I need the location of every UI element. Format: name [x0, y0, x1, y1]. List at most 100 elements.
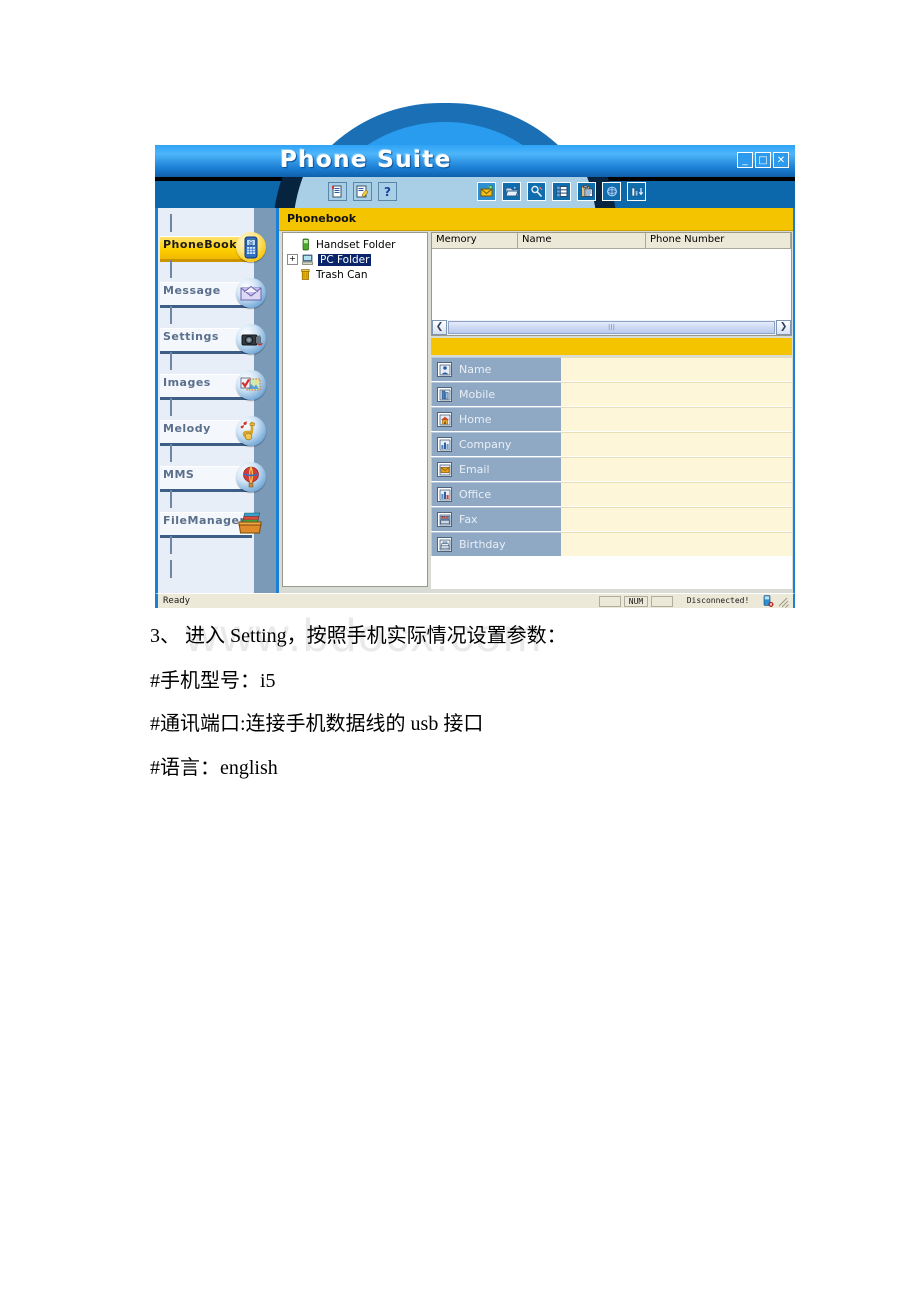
- sidebar-item-message[interactable]: Message: [158, 278, 276, 308]
- field-label-name: Name: [431, 357, 561, 381]
- column-header-memory[interactable]: Memory: [432, 233, 518, 248]
- tree-expander[interactable]: +: [287, 254, 298, 265]
- field-value-mobile[interactable]: [561, 382, 792, 406]
- svg-text:FAX: FAX: [441, 516, 448, 520]
- client-area: PhoneBook @ Message Settings Images Melo…: [155, 208, 795, 593]
- svg-text:@: @: [249, 241, 254, 247]
- house-icon: [437, 412, 452, 427]
- tree-item-label: Handset Folder: [316, 238, 396, 251]
- email-icon: [437, 462, 452, 477]
- listview-header: Memory Name Phone Number: [432, 233, 791, 249]
- sidebar-separator: [170, 352, 172, 370]
- field-value-fax[interactable]: [561, 507, 792, 531]
- tree-expander[interactable]: [287, 240, 296, 249]
- sidebar-item-images[interactable]: Images: [158, 370, 276, 400]
- folder-tree[interactable]: Handset Folder + PC Folder Trash Can: [282, 232, 428, 587]
- sidebar-item-mms[interactable]: MMS: [158, 462, 276, 492]
- document-line-1: 3、 进入 Setting，按照手机实际情况设置参数：: [150, 625, 567, 647]
- sidebar-item-phonebook[interactable]: PhoneBook @: [158, 232, 276, 262]
- listview-horizontal-scrollbar[interactable]: ❮ III ❯: [432, 320, 791, 335]
- field-label-text: Email: [459, 463, 490, 476]
- person-icon: [437, 362, 452, 377]
- tree-item-label: PC Folder: [316, 252, 373, 267]
- field-label-text: Mobile: [459, 388, 496, 401]
- scroll-right-arrow[interactable]: ❯: [776, 320, 791, 335]
- contact-detail-form: Name Mobile Home Company Email Office FA…: [431, 357, 792, 589]
- field-value-office[interactable]: [561, 482, 792, 506]
- field-value-name[interactable]: [561, 357, 792, 381]
- status-cell-num: NUM: [624, 595, 648, 607]
- tree-item-trash-can[interactable]: Trash Can: [283, 267, 427, 282]
- column-header-phone-number[interactable]: Phone Number: [646, 233, 791, 248]
- field-label-mobile: Mobile: [431, 382, 561, 406]
- field-label-birthday: Birthday: [431, 532, 561, 556]
- open-folder-icon[interactable]: [502, 182, 521, 201]
- field-row-company: Company: [431, 432, 792, 456]
- field-row-email: Email: [431, 457, 792, 481]
- sidebar-item-label: Melody: [163, 422, 211, 435]
- field-row-birthday: Birthday: [431, 532, 792, 556]
- sidebar-item-label: Images: [163, 376, 211, 389]
- close-button[interactable]: ✕: [773, 152, 789, 168]
- refresh-globe-icon[interactable]: [602, 182, 621, 201]
- sidebar-item-filemanager[interactable]: FileManager: [158, 512, 276, 538]
- edit-document-icon[interactable]: [353, 182, 372, 201]
- sidebar-separator: [170, 214, 172, 232]
- field-label-text: Home: [459, 413, 492, 426]
- file-box-icon: [236, 508, 266, 538]
- camera-icon: [236, 324, 266, 354]
- search-icon[interactable]: [527, 182, 546, 201]
- listview-body[interactable]: [432, 249, 791, 319]
- sidebar-separator: [170, 560, 172, 578]
- field-label-text: Birthday: [459, 538, 506, 551]
- sort-icon[interactable]: [627, 182, 646, 201]
- sidebar-item-label: MMS: [163, 468, 195, 481]
- window-controls: _ □ ✕: [737, 152, 789, 168]
- status-message: Ready: [163, 596, 191, 606]
- scroll-left-arrow[interactable]: ❮: [432, 320, 447, 335]
- statusbar: Ready NUM Disconnected!: [155, 593, 795, 608]
- scroll-thumb[interactable]: III: [448, 321, 775, 334]
- new-document-icon[interactable]: [328, 182, 347, 201]
- paste-clipboard-icon[interactable]: [577, 182, 596, 201]
- maximize-button[interactable]: □: [755, 152, 771, 168]
- minimize-button[interactable]: _: [737, 152, 753, 168]
- sidebar-item-label: PhoneBook: [163, 238, 238, 251]
- table-view-icon[interactable]: [552, 182, 571, 201]
- field-label-office: Office: [431, 482, 561, 506]
- envelope-icon: [236, 278, 266, 308]
- window-titlebar[interactable]: Phone Suite _ □ ✕: [155, 145, 795, 177]
- field-label-text: Office: [459, 488, 492, 501]
- field-row-office: Office: [431, 482, 792, 506]
- saxophone-icon: [236, 416, 266, 446]
- tree-item-pc-folder[interactable]: + PC Folder: [283, 252, 427, 267]
- field-value-company[interactable]: [561, 432, 792, 456]
- field-value-birthday[interactable]: [561, 532, 792, 556]
- new-contact-icon[interactable]: [477, 182, 496, 201]
- trash-icon: [299, 268, 312, 281]
- sidebar-separator: [170, 490, 172, 508]
- contacts-listview[interactable]: Memory Name Phone Number ❮ III ❯: [431, 232, 792, 336]
- panel-header: Phonebook: [279, 208, 793, 231]
- fax-icon: FAX: [437, 512, 452, 527]
- status-cell-3: [651, 595, 673, 607]
- mobile-phone-icon: @: [236, 232, 266, 262]
- help-icon[interactable]: ?: [378, 182, 397, 201]
- document-line-3: #通讯端口:连接手机数据线的 usb 接口: [150, 713, 484, 735]
- tree-item-label: Trash Can: [316, 268, 368, 281]
- field-row-name: Name: [431, 357, 792, 381]
- status-cell-1: [599, 595, 621, 607]
- sidebar-separator: [170, 260, 172, 278]
- tree-expander[interactable]: [287, 270, 296, 279]
- field-value-home[interactable]: [561, 407, 792, 431]
- tree-item-handset-folder[interactable]: Handset Folder: [283, 237, 427, 252]
- sidebar-item-settings[interactable]: Settings: [158, 324, 276, 354]
- resize-grip[interactable]: [777, 595, 789, 608]
- status-cells: NUM Disconnected!: [599, 595, 789, 608]
- sidebar-separator: [170, 398, 172, 416]
- column-header-name[interactable]: Name: [518, 233, 646, 248]
- field-value-email[interactable]: [561, 457, 792, 481]
- field-row-fax: FAX Fax: [431, 507, 792, 531]
- sidebar-item-melody[interactable]: Melody: [158, 416, 276, 446]
- pc-icon: [301, 253, 314, 266]
